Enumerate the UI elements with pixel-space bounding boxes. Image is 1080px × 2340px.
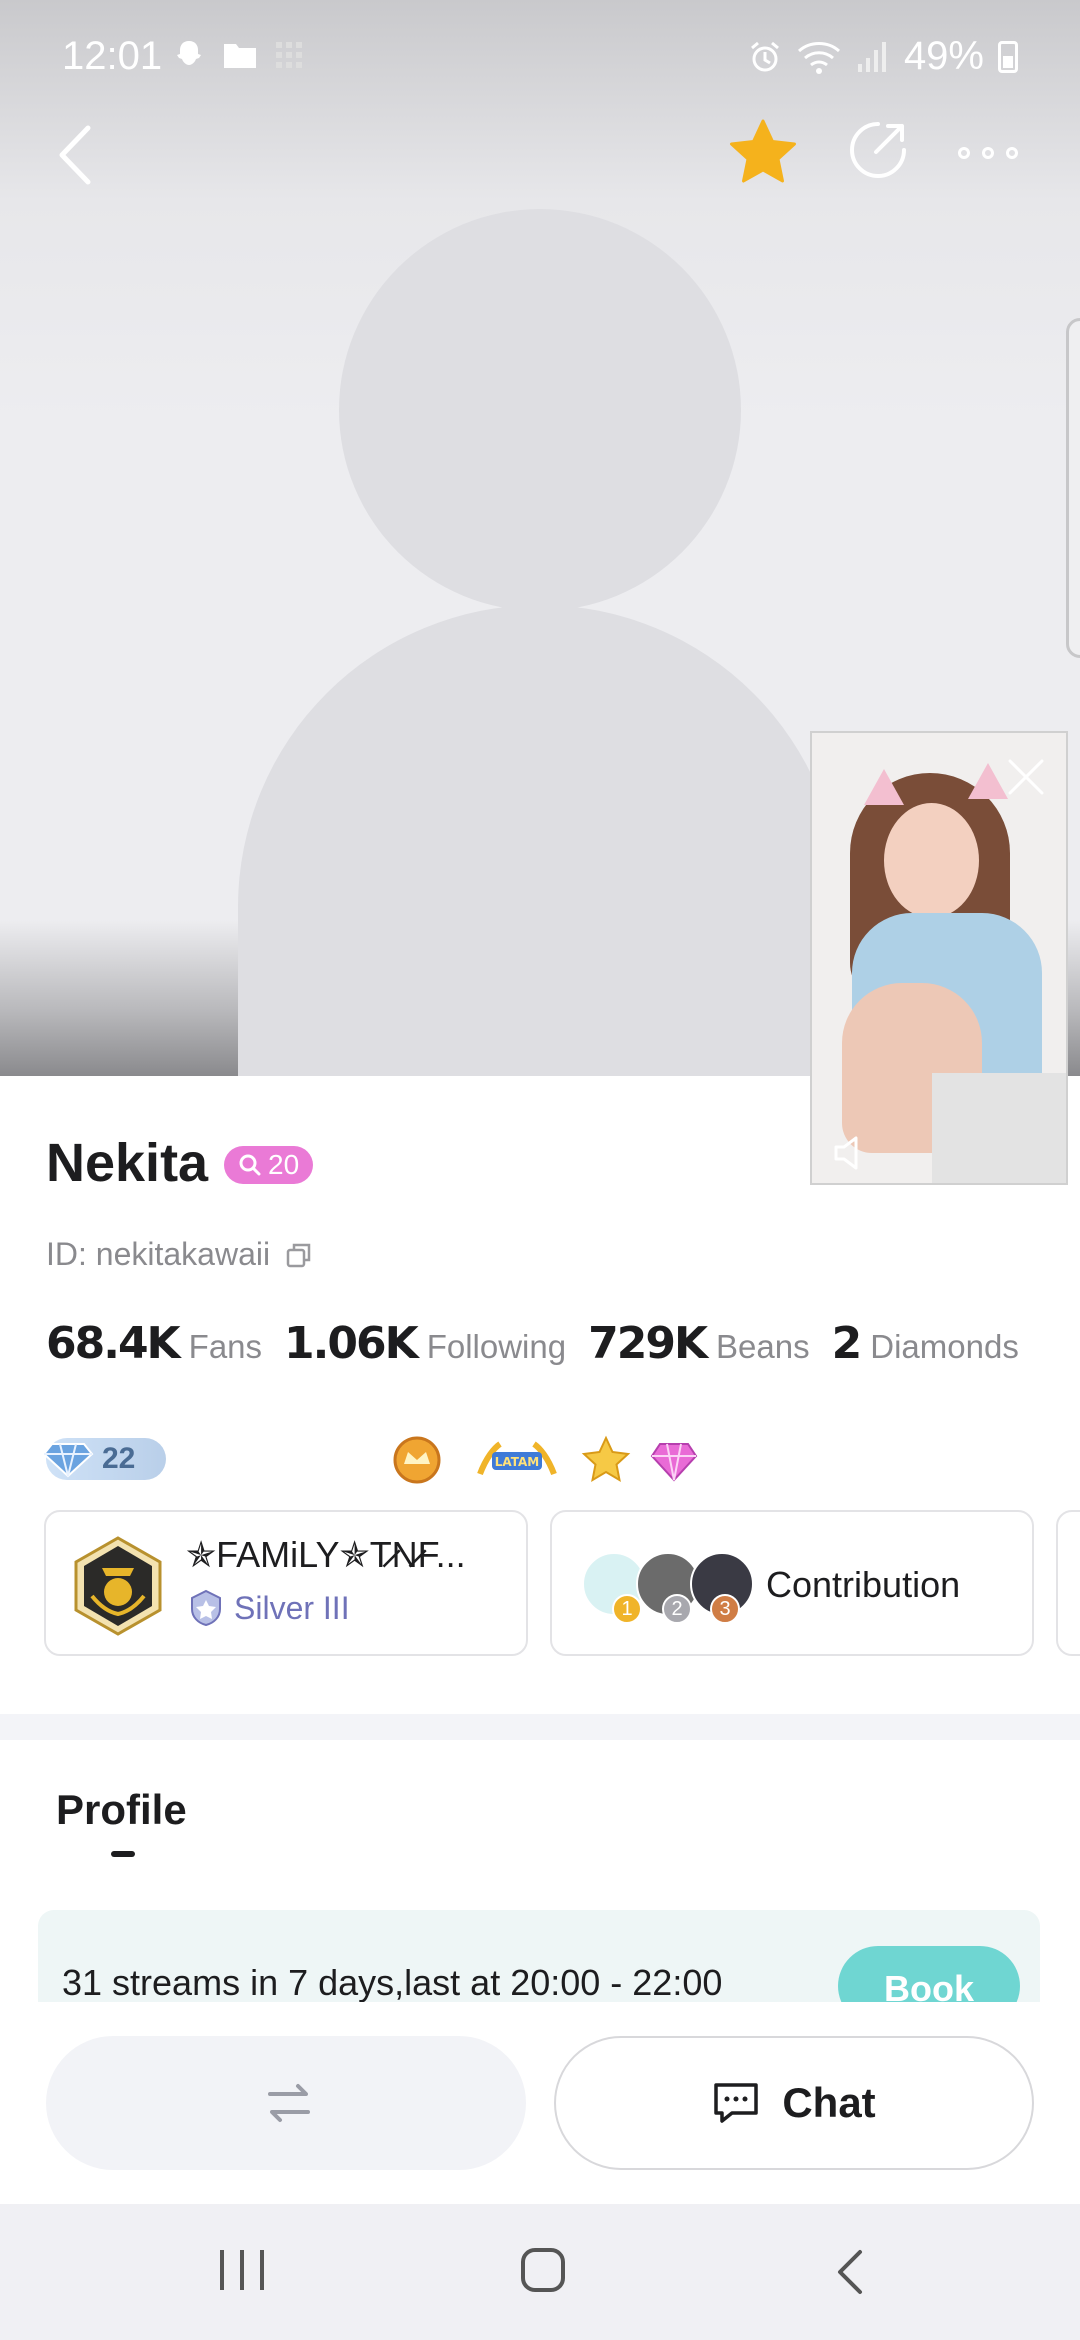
star-icon bbox=[730, 119, 796, 183]
recent-apps-icon bbox=[240, 2250, 244, 2290]
level-badge: 20 bbox=[224, 1146, 314, 1184]
family-rank: Silver III bbox=[186, 1588, 350, 1628]
gem-medal-icon[interactable] bbox=[648, 1434, 700, 1486]
user-id: ID: nekitakawaii bbox=[46, 1236, 271, 1272]
crown-medal-icon[interactable] bbox=[382, 1434, 452, 1486]
battery-icon bbox=[998, 40, 1018, 73]
floating-video-window[interactable] bbox=[810, 731, 1068, 1185]
level-icon bbox=[239, 1154, 261, 1176]
battery-percent: 49% bbox=[903, 34, 984, 78]
speaker-icon bbox=[834, 1136, 858, 1170]
favorite-button[interactable] bbox=[728, 118, 798, 188]
close-video-button[interactable] bbox=[1004, 755, 1048, 799]
default-avatar-head bbox=[339, 209, 741, 611]
home-button[interactable] bbox=[521, 2248, 565, 2292]
family-name: ✯FAMiLY✯T̷N̷F... bbox=[186, 1534, 466, 1575]
chat-label: Chat bbox=[782, 2079, 876, 2126]
diamonds-count: 2 bbox=[831, 1318, 863, 1369]
back-button[interactable] bbox=[50, 120, 110, 190]
more-button[interactable] bbox=[958, 138, 1028, 168]
top-nav bbox=[0, 118, 1080, 188]
latam-medal-icon[interactable]: LATAM bbox=[472, 1434, 562, 1486]
side-drawer-handle[interactable] bbox=[1066, 318, 1080, 658]
diamond-icon bbox=[42, 1443, 94, 1478]
alarm-icon bbox=[750, 41, 779, 71]
contribution-label: Contribution bbox=[766, 1564, 961, 1605]
rank-3-badge: 3 bbox=[710, 1594, 740, 1624]
cards-row: ✯FAMiLY✯T̷N̷F... Silver III 1 2 3 Contri… bbox=[44, 1510, 1080, 1658]
video-frame-ear bbox=[968, 763, 1008, 799]
video-frame-face bbox=[884, 803, 979, 918]
badges-row: 22 LATAM bbox=[42, 1434, 746, 1490]
following-label[interactable]: Following bbox=[427, 1328, 566, 1366]
share-button[interactable] bbox=[846, 118, 910, 188]
copy-icon[interactable] bbox=[286, 1242, 312, 1268]
user-id-row[interactable]: ID: nekitakawaii bbox=[46, 1236, 312, 1273]
rank-2-badge: 2 bbox=[662, 1594, 692, 1624]
folder-icon bbox=[224, 44, 256, 68]
more-dot bbox=[958, 147, 970, 159]
chat-bubble-icon bbox=[714, 2083, 759, 2123]
star-medal-icon[interactable] bbox=[580, 1434, 632, 1486]
more-dot bbox=[982, 147, 994, 159]
recent-apps-icon bbox=[220, 2250, 224, 2290]
snapchat-icon bbox=[177, 41, 201, 65]
wifi-icon bbox=[797, 41, 840, 74]
video-frame-ear bbox=[864, 769, 904, 805]
following-count[interactable]: 1.06K bbox=[284, 1318, 419, 1369]
swap-arrows-icon bbox=[268, 2084, 310, 2122]
video-mute-button[interactable] bbox=[830, 1133, 874, 1173]
beans-count: 729K bbox=[588, 1318, 708, 1369]
grid-icon bbox=[276, 42, 302, 68]
more-dot bbox=[1006, 147, 1018, 159]
share-icon bbox=[850, 122, 906, 178]
status-time: 12:01 bbox=[62, 34, 163, 78]
stream-schedule-banner: 31 streams in 7 days,last at 20:00 - 22:… bbox=[38, 1910, 1040, 2002]
level-value: 20 bbox=[268, 1149, 300, 1180]
switch-button[interactable] bbox=[46, 2036, 526, 2170]
fans-label[interactable]: Fans bbox=[189, 1328, 262, 1366]
recent-apps-icon bbox=[260, 2250, 264, 2290]
close-icon bbox=[1008, 759, 1044, 795]
recent-apps-button[interactable] bbox=[220, 2250, 264, 2290]
system-nav-bar bbox=[0, 2204, 1080, 2340]
family-logo-icon bbox=[74, 1536, 162, 1636]
family-rank-label: Silver III bbox=[234, 1589, 350, 1626]
chat-button[interactable]: Chat bbox=[554, 2036, 1034, 2170]
top-contributors: 1 2 3 bbox=[582, 1552, 762, 1624]
section-divider bbox=[0, 1714, 1080, 1740]
rank-1-badge: 1 bbox=[612, 1594, 642, 1624]
contribution-card[interactable]: 1 2 3 Contribution bbox=[550, 1510, 1034, 1656]
book-button[interactable]: Book bbox=[838, 1946, 1020, 2002]
stats-row: 68.4K Fans 1.06K Following 729K Beans 2 … bbox=[46, 1318, 1041, 1369]
chevron-left-icon bbox=[59, 125, 91, 185]
stream-schedule-text: 31 streams in 7 days,last at 20:00 - 22:… bbox=[62, 1962, 723, 2002]
profile-name: Nekita bbox=[46, 1133, 209, 1193]
back-icon bbox=[838, 2250, 862, 2294]
signal-icon bbox=[857, 41, 886, 72]
svg-text:LATAM: LATAM bbox=[495, 1455, 539, 1469]
family-card[interactable]: ✯FAMiLY✯T̷N̷F... Silver III bbox=[44, 1510, 528, 1656]
bottom-action-bar: Chat bbox=[0, 2002, 1080, 2204]
silver-rank-icon bbox=[191, 1589, 221, 1627]
next-card[interactable] bbox=[1056, 1510, 1080, 1656]
video-frame-seat bbox=[932, 1073, 1066, 1183]
status-bar: 12:01 49% bbox=[0, 0, 1080, 116]
tab-indicator bbox=[111, 1851, 135, 1857]
status-left-icons bbox=[172, 38, 304, 72]
status-right-icons: 49% bbox=[748, 34, 1018, 79]
tab-profile[interactable]: Profile bbox=[56, 1786, 187, 1834]
diamonds-label: Diamonds bbox=[870, 1328, 1019, 1365]
fans-count[interactable]: 68.4K bbox=[46, 1318, 181, 1369]
beans-label: Beans bbox=[716, 1328, 810, 1365]
diamond-level-badge[interactable]: 22 bbox=[42, 1438, 166, 1480]
system-back-button[interactable] bbox=[830, 2248, 870, 2296]
default-avatar-body bbox=[238, 605, 842, 1076]
diamond-level-value: 22 bbox=[102, 1442, 136, 1475]
